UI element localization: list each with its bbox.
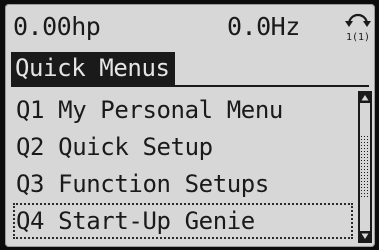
menu-item-quick-setup[interactable]: Q2 Quick Setup	[13, 129, 355, 165]
menu-title: Quick Menus	[11, 52, 175, 85]
frequency-readout: 0.0Hz	[227, 12, 300, 41]
setup-cycle-icon: 1(1)	[345, 13, 371, 42]
quick-menu-list: Q1 My Personal Menu Q2 Quick Setup Q3 Fu…	[5, 92, 375, 242]
title-divider	[11, 85, 369, 87]
power-readout: 0.00hp	[13, 12, 101, 41]
setup-indicator-text: 1(1)	[346, 32, 370, 42]
menu-item-start-up-genie[interactable]: Q4 Start-Up Genie	[13, 203, 353, 239]
menu-scrollbar[interactable]	[358, 91, 372, 243]
lcd-screen: 0.00hp 0.0Hz 1(1) Quick Menus Q1 My Pers…	[5, 4, 375, 247]
scroll-track[interactable]	[360, 103, 370, 231]
menu-item-my-personal-menu[interactable]: Q1 My Personal Menu	[13, 92, 355, 128]
scroll-up-arrow-icon[interactable]	[360, 93, 370, 103]
scroll-thumb[interactable]	[360, 135, 370, 199]
display-bezel: 0.00hp 0.0Hz 1(1) Quick Menus Q1 My Pers…	[0, 0, 379, 250]
scroll-down-arrow-icon[interactable]	[360, 231, 370, 241]
status-row: 0.00hp 0.0Hz 1(1)	[5, 4, 375, 48]
menu-item-function-setups[interactable]: Q3 Function Setups	[13, 166, 355, 202]
